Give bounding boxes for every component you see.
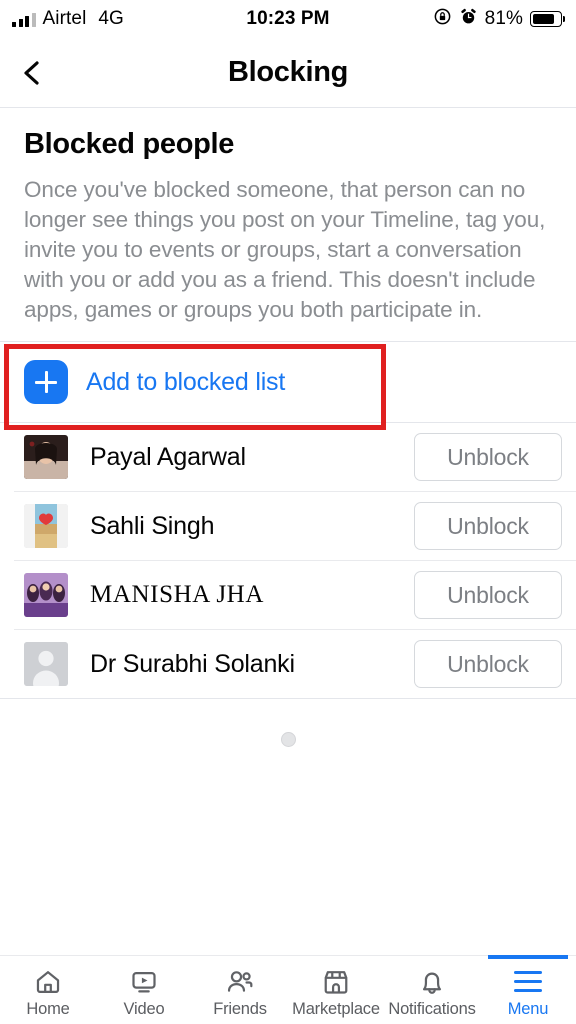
tab-menu[interactable]: Menu (480, 955, 576, 1024)
blocked-person-name: Dr Surabhi Solanki (90, 649, 295, 678)
battery-icon (530, 11, 565, 27)
navigation-header: Blocking (0, 38, 576, 108)
bottom-navigation-bar: Home Video Friends Marketplace Notificat… (0, 955, 576, 1024)
status-bar: Airtel 4G 10:23 PM 81% (0, 0, 576, 38)
content-scroll-area[interactable]: Blocked people Once you've blocked someo… (0, 108, 576, 955)
tab-label: Friends (213, 999, 267, 1018)
tab-notifications[interactable]: Notifications (384, 956, 480, 1024)
table-row[interactable]: Dr Surabhi Solanki Unblock (0, 630, 576, 698)
page-title: Blocking (227, 56, 349, 88)
default-avatar-icon (24, 642, 68, 686)
back-button[interactable] (0, 38, 60, 108)
unblock-button[interactable]: Unblock (414, 640, 562, 688)
unblock-button[interactable]: Unblock (414, 571, 562, 619)
tab-label: Menu (507, 999, 549, 1018)
friends-icon (226, 967, 254, 997)
tab-label: Video (123, 999, 165, 1018)
loading-spinner (280, 731, 296, 747)
tab-label: Home (26, 999, 70, 1018)
chevron-left-icon (24, 60, 39, 85)
add-to-blocked-list-wrapper: Add to blocked list (0, 342, 576, 430)
avatar (24, 435, 68, 479)
blocked-people-section-header: Blocked people Once you've blocked someo… (0, 108, 576, 325)
avatar (24, 573, 68, 617)
tab-home[interactable]: Home (0, 956, 96, 1024)
unblock-button[interactable]: Unblock (414, 433, 562, 481)
rotation-lock-icon (433, 7, 452, 32)
loading-area (0, 699, 576, 779)
status-bar-right: 81% (433, 7, 565, 32)
tab-marketplace[interactable]: Marketplace (288, 956, 384, 1024)
battery-percent-label: 81% (484, 8, 523, 29)
app-screen: Airtel 4G 10:23 PM 81% Blocking Blocked … (0, 0, 576, 1024)
section-description: Once you've blocked someone, that person… (24, 177, 546, 322)
home-icon (34, 967, 62, 997)
add-to-blocked-list-label: Add to blocked list (86, 367, 286, 396)
tab-friends[interactable]: Friends (192, 956, 288, 1024)
network-type-label: 4G (98, 8, 124, 29)
blocked-person-name: Payal Agarwal (90, 442, 246, 471)
blocked-person-name: Sahli Singh (90, 511, 215, 540)
unblock-button[interactable]: Unblock (414, 502, 562, 550)
alarm-clock-icon (459, 7, 478, 32)
carrier-label: Airtel (42, 8, 87, 29)
signal-bars-icon (12, 12, 36, 27)
section-title: Blocked people (24, 128, 235, 160)
avatar (24, 504, 68, 548)
avatar (24, 642, 68, 686)
tab-video[interactable]: Video (96, 956, 192, 1024)
blocked-person-name: MANISHA JHA (90, 581, 264, 608)
plus-icon (24, 360, 68, 404)
table-row[interactable]: Payal Agarwal Unblock (0, 423, 576, 491)
hamburger-icon (514, 967, 542, 997)
status-bar-left: Airtel 4G (12, 8, 124, 30)
table-row[interactable]: Sahli Singh Unblock (0, 492, 576, 560)
video-icon (130, 967, 158, 997)
tab-label: Notifications (388, 999, 476, 1018)
bell-icon (418, 967, 446, 997)
marketplace-icon (322, 967, 350, 997)
add-to-blocked-list-button[interactable]: Add to blocked list (0, 342, 576, 422)
tab-label: Marketplace (292, 999, 380, 1018)
table-row[interactable]: MANISHA JHA Unblock (0, 561, 576, 629)
